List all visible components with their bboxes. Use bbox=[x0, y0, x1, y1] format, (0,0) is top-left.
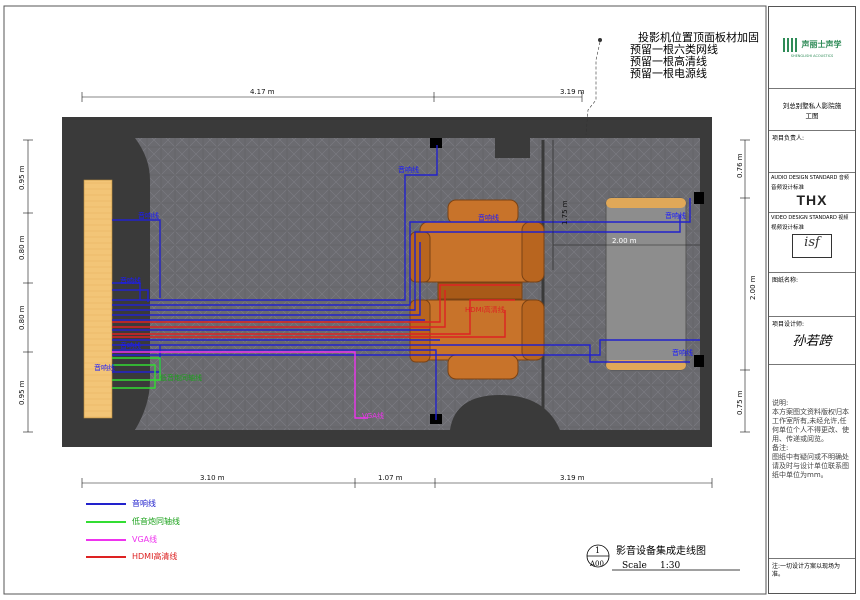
legend-item-subwoofer: 低音炮同轴线 bbox=[86, 516, 180, 527]
dim-bottom-mid: 1.07 m bbox=[378, 474, 403, 482]
footer-block: 注:一切设计方案以现场为准。 bbox=[769, 559, 855, 593]
legend-swatch-hdmi bbox=[86, 555, 126, 558]
dim-top-left: 4.17 m bbox=[250, 88, 275, 96]
dim-bottom-left: 3.10 m bbox=[200, 474, 225, 482]
legend-swatch-speaker bbox=[86, 502, 126, 505]
wire-label-hdmi: HDMI高清线 bbox=[465, 305, 505, 314]
audio-std: 音频设计标准 bbox=[771, 185, 805, 191]
wire-label-speaker-h: 音响线 bbox=[672, 348, 693, 357]
company-logo-icon bbox=[782, 37, 799, 52]
dim-left-3: 0.80 m bbox=[18, 305, 26, 330]
wire-label-speaker-g: 音响线 bbox=[665, 211, 686, 220]
designer-signature: 孙若跨 bbox=[792, 334, 832, 349]
designer-label: 项目设计师: bbox=[772, 321, 805, 328]
legend-swatch-subwoofer bbox=[86, 520, 126, 523]
company-logo-block: 声丽士声学 SHENGLISHI ACOUSTICS bbox=[769, 7, 855, 89]
designer-block: 项目设计师: 孙若跨 bbox=[769, 317, 855, 365]
footer-text: 注:一切设计方案以现场为准。 bbox=[772, 563, 841, 578]
dim-right-bottom: 0.75 m bbox=[736, 390, 744, 415]
scale-value: 1:30 bbox=[660, 561, 680, 571]
project-name: 刘总别墅私人影院施工图 bbox=[782, 101, 842, 120]
drawing-title: 影音设备集成走线图 bbox=[616, 544, 706, 557]
legend-label-vga: VGA线 bbox=[132, 535, 158, 544]
legend-label-speaker: 音响线 bbox=[132, 499, 156, 508]
drawing-sheet-code: A00 bbox=[589, 560, 604, 568]
dim-bottom-right: 3.19 m bbox=[560, 474, 585, 482]
rear-sofa bbox=[605, 197, 687, 371]
drawing-name-block: 图纸名称: bbox=[769, 273, 855, 317]
drawing-number: 1 bbox=[595, 546, 600, 555]
video-std: 视频设计标准 bbox=[771, 225, 805, 231]
drawing-name-label: 图纸名称: bbox=[772, 277, 799, 284]
wire-label-speaker-e: 音响线 bbox=[398, 165, 419, 174]
thx-logo: THX bbox=[796, 192, 828, 208]
wire-label-vga: VGA线 bbox=[362, 411, 384, 420]
wire-label-speaker-f: 音响线 bbox=[478, 213, 499, 222]
wire-label-subwoofer: 低音炮同轴线 bbox=[160, 373, 202, 382]
legend-label-hdmi: HDMI高清线 bbox=[132, 552, 178, 561]
note-line-4: 预留一根电源线 bbox=[630, 67, 707, 80]
legend-label-subwoofer: 低音炮同轴线 bbox=[132, 517, 180, 526]
remarks-text: 说明: 本方案图文资料版权归本工作室所有,未经允许,任何单位个人不得更改、使用、… bbox=[772, 399, 849, 479]
dim-inner-vertical: 1.75 m bbox=[561, 200, 569, 225]
audio-standard-block: AUDIO DESIGN STANDARD 音频 音频设计标准 THX bbox=[769, 173, 855, 213]
wire-label-speaker-d: 音响线 bbox=[94, 363, 115, 372]
projector-notes: 投影机位置顶面板材加固 预留一根六类网线 预留一根高清线 预留一根电源线 bbox=[630, 32, 759, 80]
audio-std-label: AUDIO DESIGN STANDARD 音频 bbox=[771, 175, 849, 181]
legend-item-hdmi: HDMI高清线 bbox=[86, 551, 177, 562]
drawing-sheet: 音响线 音响线 音响线 音响线 音响线 音响线 音响线 音响线 低音炮同轴线 H… bbox=[3, 5, 767, 595]
dim-top-right: 3.19 m bbox=[560, 88, 585, 96]
company-sub: SHENGLISHI ACOUSTICS bbox=[790, 53, 834, 58]
video-std-label: VIDEO DESIGN STANDARD 视频 bbox=[771, 215, 849, 221]
remarks-block: 说明: 本方案图文资料版权归本工作室所有,未经允许,任何单位个人不得更改、使用、… bbox=[769, 365, 855, 559]
legend-item-vga: VGA线 bbox=[86, 534, 157, 545]
dim-left-4: 0.95 m bbox=[18, 380, 26, 405]
wire-label-speaker-b: 音响线 bbox=[120, 276, 141, 285]
dim-left-2: 0.80 m bbox=[18, 235, 26, 260]
title-block: 声丽士声学 SHENGLISHI ACOUSTICS 刘总别墅私人影院施工图 项… bbox=[768, 6, 856, 594]
company-name: 声丽士声学 bbox=[801, 40, 842, 49]
legend-item-speaker: 音响线 bbox=[86, 498, 156, 509]
wire-label-speaker-a: 音响线 bbox=[138, 211, 159, 220]
dim-left-1: 0.95 m bbox=[18, 165, 26, 190]
dim-right-top: 0.76 m bbox=[736, 153, 744, 178]
dim-inner-horizontal: 2.00 m bbox=[612, 237, 637, 245]
screen-wall-panel bbox=[83, 179, 113, 419]
scale-label: Scale bbox=[622, 561, 647, 571]
legend-swatch-vga bbox=[86, 538, 126, 541]
top-dimension-line bbox=[81, 92, 583, 102]
manager-label: 项目负责人: bbox=[772, 135, 805, 142]
dim-right-mid: 2.00 m bbox=[749, 275, 757, 300]
isf-logo: isf bbox=[792, 234, 832, 258]
wire-label-speaker-c: 音响线 bbox=[120, 341, 141, 350]
manager-block: 项目负责人: bbox=[769, 131, 855, 173]
project-block: 刘总别墅私人影院施工图 bbox=[769, 89, 855, 131]
video-standard-block: VIDEO DESIGN STANDARD 视频 视频设计标准 isf bbox=[769, 213, 855, 273]
